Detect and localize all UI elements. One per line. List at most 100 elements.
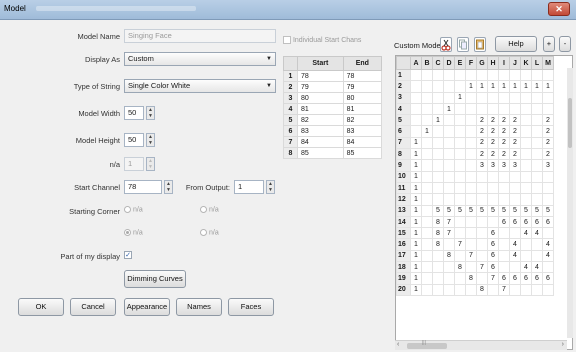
grid-cell[interactable]: 4 <box>509 249 521 263</box>
grid-cell[interactable] <box>421 170 433 183</box>
grid-cell[interactable]: 2 <box>487 125 499 138</box>
grid-cell[interactable]: 1 <box>454 91 466 104</box>
grid-cell[interactable] <box>476 102 488 116</box>
grid-cell[interactable] <box>443 170 455 183</box>
grid-cell[interactable] <box>432 125 444 138</box>
grid-cell[interactable] <box>421 102 433 116</box>
grid-cell[interactable]: 6 <box>520 215 532 229</box>
help-button[interactable]: Help <box>495 36 537 52</box>
grid-cell[interactable] <box>443 272 455 285</box>
grid-cell[interactable] <box>531 170 543 183</box>
grid-cell[interactable] <box>432 181 444 195</box>
grid-cell[interactable]: 3 <box>542 159 554 172</box>
scroll-thumb[interactable] <box>568 98 572 148</box>
grid-cell[interactable] <box>421 80 433 93</box>
grid-cell[interactable] <box>443 136 455 150</box>
grid-cell[interactable] <box>531 91 543 104</box>
grid-cell[interactable] <box>465 238 477 251</box>
grid-cell[interactable]: 1 <box>410 204 422 217</box>
grid-cell[interactable] <box>498 91 510 104</box>
grid-cell[interactable] <box>487 68 499 82</box>
grid-cell[interactable]: 7 <box>476 261 488 274</box>
grid-cell[interactable] <box>432 170 444 183</box>
grid-cell[interactable] <box>531 238 543 251</box>
appearance-button[interactable]: Appearance <box>124 298 170 316</box>
grid-cell[interactable] <box>465 148 477 161</box>
grid-cell[interactable]: 6 <box>542 272 554 285</box>
grid-cell[interactable]: 1 <box>410 215 422 229</box>
grid-cell[interactable] <box>465 102 477 116</box>
corner-radio-3[interactable]: n/a <box>124 229 143 236</box>
faces-button[interactable]: Faces <box>228 298 274 316</box>
grid-cell[interactable] <box>432 283 444 296</box>
grid-cell[interactable] <box>454 272 466 285</box>
grid-cell[interactable]: 2 <box>509 125 521 138</box>
grid-cell[interactable] <box>465 114 477 127</box>
grid-cell[interactable] <box>443 68 455 82</box>
grid-cell[interactable] <box>542 91 554 104</box>
grid-cell[interactable] <box>509 68 521 82</box>
grid-cell[interactable] <box>542 261 554 274</box>
grid-cell[interactable] <box>421 193 433 206</box>
grid-cell[interactable] <box>531 125 543 138</box>
grid-cell[interactable] <box>520 170 532 183</box>
grid-cell[interactable] <box>421 238 433 251</box>
scroll-thumb[interactable]: ||| <box>407 340 447 349</box>
grid-cell[interactable] <box>432 159 444 172</box>
grid-cell[interactable] <box>476 68 488 82</box>
grid-cell[interactable] <box>465 227 477 240</box>
grid-cell[interactable] <box>432 261 444 274</box>
type-of-string-select[interactable]: Single Color White ▼ <box>124 79 276 93</box>
grid-cell[interactable] <box>432 80 444 93</box>
grid-cell[interactable] <box>531 68 543 82</box>
grid-cell[interactable]: 8 <box>443 249 455 263</box>
grid-cell[interactable] <box>542 68 554 82</box>
grid-cell[interactable]: 8 <box>432 238 444 251</box>
end-cell[interactable]: 79 <box>342 81 383 93</box>
grid-cell[interactable] <box>443 91 455 104</box>
grid-cell[interactable] <box>454 80 466 93</box>
grid-cell[interactable]: 1 <box>410 238 422 251</box>
dimming-curves-button[interactable]: Dimming Curves <box>124 270 186 288</box>
part-of-display-checkbox[interactable]: ✓ <box>124 250 132 259</box>
remove-button[interactable]: - <box>559 36 571 52</box>
table-row[interactable]: 4 81 81 <box>283 103 383 115</box>
start-cell[interactable]: 84 <box>297 136 344 148</box>
grid-cell[interactable] <box>432 68 444 82</box>
grid-cell[interactable] <box>498 227 510 240</box>
grid-cell[interactable] <box>465 159 477 172</box>
grid-cell[interactable] <box>421 261 433 274</box>
grid-cell[interactable]: 8 <box>432 215 444 229</box>
grid-cell[interactable] <box>531 193 543 206</box>
display-as-select[interactable]: Custom ▼ <box>124 52 276 66</box>
start-channel-spinner[interactable]: ▲ ▼ <box>164 180 173 194</box>
grid-cell[interactable] <box>476 249 488 263</box>
grid-cell[interactable] <box>465 215 477 229</box>
grid-cell[interactable]: 1 <box>410 193 422 206</box>
grid-cell[interactable]: 7 <box>454 238 466 251</box>
end-cell[interactable]: 80 <box>342 92 383 104</box>
grid-cell[interactable]: 7 <box>465 249 477 263</box>
grid-cell[interactable]: 6 <box>520 272 532 285</box>
grid-cell[interactable] <box>498 261 510 274</box>
grid-cell[interactable]: 1 <box>476 80 488 93</box>
grid-cell[interactable] <box>421 227 433 240</box>
end-cell[interactable]: 83 <box>342 125 383 137</box>
grid-cell[interactable] <box>465 68 477 82</box>
grid-cell[interactable] <box>410 80 422 93</box>
grid-cell[interactable]: 2 <box>487 136 499 150</box>
grid-cell[interactable]: 1 <box>542 80 554 93</box>
grid-cell[interactable] <box>432 102 444 116</box>
model-width-spinner[interactable]: ▲ ▼ <box>146 106 155 120</box>
grid-cell[interactable] <box>421 204 433 217</box>
grid-cell[interactable]: 8 <box>476 283 488 296</box>
grid-cell[interactable]: 1 <box>410 181 422 195</box>
grid-cell[interactable] <box>454 125 466 138</box>
grid-cell[interactable] <box>498 170 510 183</box>
grid-cell[interactable] <box>454 148 466 161</box>
grid-cell[interactable]: 2 <box>498 114 510 127</box>
start-cell[interactable]: 79 <box>297 81 344 93</box>
grid-cell[interactable] <box>443 238 455 251</box>
grid-cell[interactable] <box>443 283 455 296</box>
grid-cell[interactable] <box>520 193 532 206</box>
